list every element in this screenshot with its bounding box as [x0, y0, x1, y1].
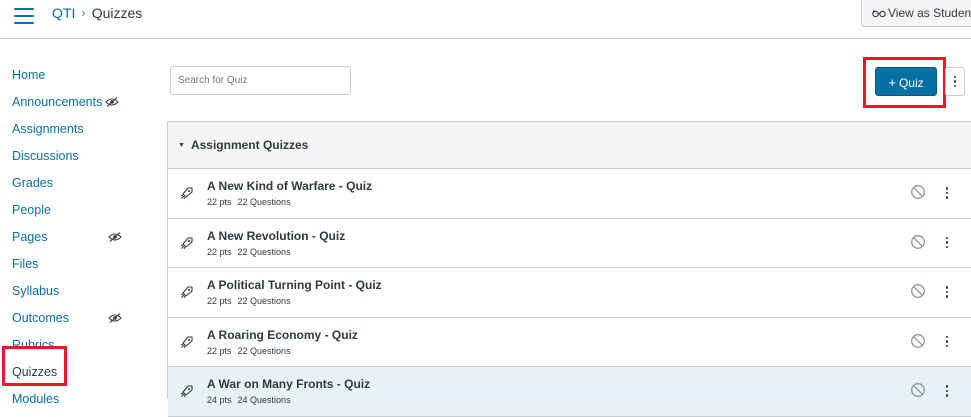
quiz-row-menu-button[interactable] — [940, 381, 954, 401]
quiz-group: ▼ Assignment Quizzes A New Kind of Warfa… — [167, 121, 971, 417]
rocket-icon — [180, 385, 193, 398]
add-quiz-label: Quiz — [898, 76, 924, 90]
sidebar-item-label: Syllabus — [12, 284, 60, 298]
kebab-icon — [940, 381, 954, 401]
sidebar-item-discussions[interactable]: Discussions — [12, 143, 122, 170]
quiz-group-title: Assignment Quizzes — [190, 138, 309, 152]
sidebar-item-syllabus[interactable]: Syllabus — [12, 278, 122, 305]
quiz-row-menu-button[interactable] — [940, 282, 954, 302]
quizzes-highlight-box — [2, 346, 67, 386]
quiz-row-menu-button[interactable] — [940, 233, 954, 253]
sidebar-item-label: Pages — [12, 230, 48, 244]
view-as-student-label: View as Student — [888, 6, 971, 20]
sidebar-item-label: People — [12, 203, 51, 217]
quiz-meta: 22 pts 22 Questions — [207, 346, 291, 356]
sidebar-item-label: Announcements — [12, 95, 103, 109]
unpublished-icon[interactable] — [910, 234, 926, 250]
quiz-title-link[interactable]: A New Kind of Warfare - Quiz — [207, 179, 372, 193]
sidebar-item-files[interactable]: Files — [12, 251, 122, 278]
quiz-points: 22 pts — [207, 345, 232, 356]
plus-icon: + — [888, 75, 896, 90]
hamburger-menu-icon[interactable] — [14, 8, 34, 24]
quiz-question-count: 24 Questions — [237, 395, 291, 405]
sidebar-item-people[interactable]: People — [12, 197, 122, 224]
sidebar-item-label: Modules — [12, 392, 60, 406]
quiz-meta: 22 pts 22 Questions — [207, 247, 291, 257]
quiz-row[interactable]: A New Kind of Warfare - Quiz 22 pts 22 Que… — [168, 169, 971, 219]
kebab-icon — [940, 183, 954, 203]
rocket-icon — [180, 236, 193, 249]
quiz-meta: 22 pts 22 Questions — [207, 296, 291, 306]
quiz-row-menu-button[interactable] — [940, 332, 954, 352]
sidebar-item-pages[interactable]: Pages — [12, 224, 122, 251]
sidebar-item-label: Home — [12, 68, 46, 82]
quiz-question-count: 22 Questions — [237, 246, 291, 257]
sidebar-item-announcements[interactable]: Announcements — [12, 89, 122, 116]
breadcrumb-course-link[interactable]: QTI — [52, 4, 75, 22]
sidebar-item-assignments[interactable]: Assignments — [12, 116, 122, 143]
sidebar-item-home[interactable]: Home — [12, 62, 122, 89]
unpublished-icon[interactable] — [910, 184, 926, 200]
quiz-row[interactable]: A War on Many Fronts - Quiz 24 pts 24 Ques… — [168, 367, 971, 417]
sidebar-item-outcomes[interactable]: Outcomes — [12, 305, 122, 332]
quiz-row[interactable]: A New Revolution - Quiz 22 pts 22 Question… — [168, 218, 971, 268]
quiz-points: 22 pts — [207, 296, 232, 306]
quiz-question-count: 22 Questions — [237, 345, 291, 356]
sidebar-item-label: Assignments — [12, 122, 84, 136]
hidden-eye-icon — [108, 232, 122, 242]
kebab-icon — [940, 233, 954, 253]
sidebar-item-grades[interactable]: Grades — [12, 170, 122, 197]
quiz-group-header[interactable]: ▼ Assignment Quizzes — [168, 122, 971, 169]
sidebar-item-label: Outcomes — [12, 311, 69, 325]
hidden-eye-icon — [108, 313, 122, 323]
sidebar-item-label: Files — [12, 257, 39, 271]
quiz-meta: 24 pts 24 Questions — [207, 395, 291, 405]
breadcrumb-separator: › — [81, 5, 86, 20]
quiz-options-button[interactable] — [945, 67, 965, 96]
hidden-eye-icon — [105, 97, 119, 107]
quiz-points: 24 pts — [207, 395, 232, 405]
sidebar-item-label: Grades — [12, 176, 53, 190]
caret-down-icon: ▼ — [178, 141, 185, 149]
quiz-title-link[interactable]: A New Revolution - Quiz — [207, 229, 345, 243]
sidebar-item-modules[interactable]: Modules — [12, 386, 122, 413]
search-input[interactable] — [170, 66, 351, 95]
quiz-title-link[interactable]: A Roaring Economy - Quiz — [207, 328, 358, 342]
breadcrumb: QTI › Quizzes — [52, 4, 142, 22]
quiz-points: 22 pts — [207, 197, 232, 207]
quiz-points: 22 pts — [207, 246, 232, 257]
kebab-icon — [940, 332, 954, 352]
top-header: QTI › Quizzes View as Student — [0, 0, 971, 39]
quiz-row[interactable]: A Political Turning Point - Quiz 22 pts 22… — [168, 268, 971, 318]
kebab-icon — [940, 282, 954, 302]
breadcrumb-current: Quizzes — [91, 5, 143, 21]
add-quiz-button[interactable]: + Quiz — [875, 67, 937, 96]
quiz-row-menu-button[interactable] — [940, 183, 954, 203]
sidebar-item-label: Discussions — [12, 149, 79, 163]
unpublished-icon[interactable] — [910, 382, 926, 398]
view-as-student-button[interactable]: View as Student — [861, 0, 971, 27]
rocket-icon — [180, 187, 193, 200]
quiz-question-count: 22 Questions — [237, 296, 291, 306]
quiz-title-link[interactable]: A War on Many Fronts - Quiz — [207, 377, 370, 391]
unpublished-icon[interactable] — [910, 283, 926, 299]
kebab-icon — [946, 68, 964, 95]
quiz-meta: 22 pts 22 Questions — [207, 197, 291, 207]
quiz-question-count: 22 Questions — [237, 197, 291, 207]
quiz-row[interactable]: A Roaring Economy - Quiz 22 pts 22 Questio… — [168, 317, 971, 367]
rocket-icon — [180, 335, 193, 348]
rocket-icon — [180, 286, 193, 299]
quiz-title-link[interactable]: A Political Turning Point - Quiz — [207, 278, 382, 292]
glasses-icon — [872, 9, 886, 18]
unpublished-icon[interactable] — [910, 333, 926, 349]
